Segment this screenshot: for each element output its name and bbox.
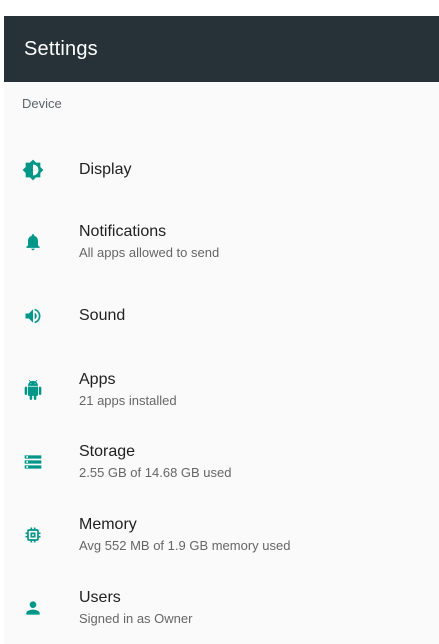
memory-chip-icon bbox=[22, 524, 44, 546]
speaker-icon bbox=[22, 305, 44, 327]
settings-item-text: Notifications All apps allowed to send bbox=[79, 222, 219, 262]
settings-item-users[interactable]: Users Signed in as Owner bbox=[4, 578, 439, 638]
section-header-device: Device bbox=[22, 96, 62, 111]
settings-item-title: Apps bbox=[79, 371, 116, 388]
settings-item-text: Apps 21 apps installed bbox=[79, 370, 177, 410]
settings-item-apps[interactable]: Apps 21 apps installed bbox=[4, 360, 439, 420]
settings-item-sound[interactable]: Sound bbox=[4, 286, 439, 346]
bell-icon bbox=[22, 231, 44, 253]
status-bar bbox=[0, 0, 439, 17]
settings-item-title: Memory bbox=[79, 516, 137, 533]
android-icon bbox=[22, 379, 44, 401]
settings-item-summary: Signed in as Owner bbox=[79, 611, 193, 626]
settings-item-summary: 2.55 GB of 14.68 GB used bbox=[79, 465, 232, 480]
settings-item-text: Sound bbox=[79, 306, 125, 326]
page-title: Settings bbox=[24, 37, 98, 60]
settings-screen: Settings Device Display Notifications Al… bbox=[0, 0, 439, 644]
settings-item-storage[interactable]: Storage 2.55 GB of 14.68 GB used bbox=[4, 432, 439, 492]
settings-item-text: Memory Avg 552 MB of 1.9 GB memory used bbox=[79, 515, 290, 555]
settings-item-title: Storage bbox=[79, 443, 136, 460]
settings-item-text: Display bbox=[79, 160, 131, 180]
person-icon bbox=[22, 597, 44, 619]
storage-icon bbox=[22, 451, 44, 473]
settings-item-title: Display bbox=[79, 161, 132, 178]
settings-item-title: Sound bbox=[79, 307, 126, 324]
settings-item-text: Storage 2.55 GB of 14.68 GB used bbox=[79, 442, 232, 482]
settings-item-text: Users Signed in as Owner bbox=[79, 588, 192, 628]
settings-item-memory[interactable]: Memory Avg 552 MB of 1.9 GB memory used bbox=[4, 505, 439, 565]
settings-item-summary: 21 apps installed bbox=[79, 393, 177, 408]
settings-item-summary: Avg 552 MB of 1.9 GB memory used bbox=[79, 538, 291, 553]
app-toolbar: Settings bbox=[4, 16, 439, 82]
settings-item-title: Notifications bbox=[79, 223, 167, 240]
display-brightness-icon bbox=[22, 159, 44, 181]
settings-item-title: Users bbox=[79, 589, 121, 606]
settings-item-display[interactable]: Display bbox=[4, 140, 439, 200]
settings-item-notifications[interactable]: Notifications All apps allowed to send bbox=[4, 212, 439, 272]
settings-item-summary: All apps allowed to send bbox=[79, 245, 220, 260]
